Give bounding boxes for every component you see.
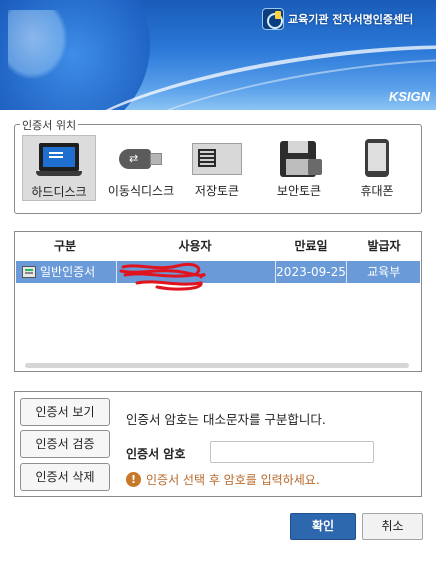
cert-issuer: 교육부 xyxy=(346,261,420,283)
table-header: 구분 사용자 만료일 발급자 xyxy=(15,232,421,260)
certificate-icon xyxy=(22,266,36,278)
header-banner: 교육기관 전자서명인증센터 KSIGN xyxy=(0,0,436,110)
case-sensitivity-notice: 인증서 암호는 대소문자를 구분합니다. xyxy=(126,412,326,427)
redaction-scribble xyxy=(119,262,206,291)
ksign-logo: KSIGN xyxy=(388,89,430,104)
location-hard-disk[interactable]: 하드디스크 xyxy=(22,135,96,201)
cert-type: 일반인증서 xyxy=(40,265,96,279)
sim-card-icon xyxy=(192,139,242,177)
cancel-button[interactable]: 취소 xyxy=(362,513,423,540)
column-header-expiry[interactable]: 만료일 xyxy=(275,232,347,260)
globe-land-graphic xyxy=(8,10,68,80)
horizontal-scrollbar[interactable] xyxy=(25,363,409,368)
password-label: 인증서 암호 xyxy=(126,447,186,461)
certificate-location-legend: 인증서 위치 xyxy=(20,117,79,133)
warning-text: 인증서 선택 후 암호를 입력하세요. xyxy=(146,473,320,487)
column-header-issuer[interactable]: 발급자 xyxy=(347,232,421,260)
location-removable-disk[interactable]: ⇄ 이동식디스크 xyxy=(104,135,178,201)
password-input[interactable] xyxy=(210,441,374,463)
cert-user xyxy=(115,261,275,291)
key-globe-logo-icon xyxy=(262,8,284,30)
cert-expiry: 2023-09-25 xyxy=(274,261,347,283)
warning-icon: ! xyxy=(126,472,141,487)
header-title: 교육기관 전자서명인증센터 xyxy=(288,13,414,26)
column-header-type[interactable]: 구분 xyxy=(15,232,115,260)
password-warning: ! 인증서 선택 후 암호를 입력하세요. xyxy=(126,471,320,488)
column-header-user[interactable]: 사용자 xyxy=(115,232,275,260)
view-certificate-button[interactable]: 인증서 보기 xyxy=(20,398,110,426)
laptop-icon xyxy=(36,140,82,178)
ok-button[interactable]: 확인 xyxy=(290,513,356,540)
security-token-icon xyxy=(280,139,322,177)
location-label: 저장토큰 xyxy=(194,184,240,198)
delete-certificate-button[interactable]: 인증서 삭제 xyxy=(20,463,110,491)
location-label: 보안토큰 xyxy=(276,184,322,198)
table-row[interactable]: 일반인증서 2023-09-25 교육부 xyxy=(16,261,420,291)
certificate-table: 구분 사용자 만료일 발급자 일반인증서 2023-09-25 교육부 xyxy=(14,231,422,372)
location-storage-token[interactable]: 저장토큰 xyxy=(184,135,250,201)
location-label: 하드디스크 xyxy=(31,185,87,199)
brand-header: 교육기관 전자서명인증센터 xyxy=(262,8,413,30)
mobile-phone-icon xyxy=(365,139,389,177)
location-label: 휴대폰 xyxy=(360,184,394,198)
location-label: 이동식디스크 xyxy=(107,184,175,198)
verify-certificate-button[interactable]: 인증서 검증 xyxy=(20,430,110,458)
location-security-token[interactable]: 보안토큰 xyxy=(264,135,334,201)
usb-drive-icon: ⇄ xyxy=(117,139,165,177)
location-mobile-phone[interactable]: 휴대폰 xyxy=(348,135,406,201)
